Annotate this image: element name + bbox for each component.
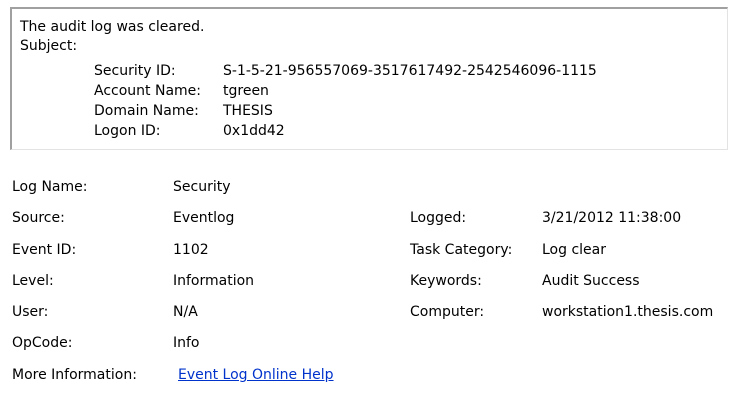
keywords-label: Keywords: <box>410 273 482 289</box>
opcode-label: OpCode: <box>12 335 73 351</box>
security-id-label: Security ID: <box>94 63 176 79</box>
more-information-label: More Information: <box>12 367 137 383</box>
description-message: The audit log was cleared. <box>20 19 205 35</box>
subject-label: Subject: <box>20 38 78 54</box>
user-value: N/A <box>173 304 198 320</box>
event-id-label: Event ID: <box>12 242 77 258</box>
task-category-label: Task Category: <box>410 242 513 258</box>
account-name-label: Account Name: <box>94 83 201 99</box>
logged-label: Logged: <box>410 210 467 226</box>
domain-name-label: Domain Name: <box>94 103 199 119</box>
task-category-value: Log clear <box>542 242 606 258</box>
source-label: Source: <box>12 210 65 226</box>
opcode-value: Info <box>173 335 200 351</box>
log-name-value: Security <box>173 179 231 195</box>
level-label: Level: <box>12 273 54 289</box>
account-name-value: tgreen <box>223 83 269 99</box>
logon-id-value: 0x1dd42 <box>223 123 285 139</box>
computer-label: Computer: <box>410 304 485 320</box>
logon-id-label: Logon ID: <box>94 123 161 139</box>
computer-value: workstation1.thesis.com <box>542 304 714 320</box>
security-id-value: S-1-5-21-956557069-3517617492-2542546096… <box>223 63 597 79</box>
event-id-value: 1102 <box>173 242 209 258</box>
user-label: User: <box>12 304 49 320</box>
logged-value: 3/21/2012 11:38:00 <box>542 210 682 226</box>
keywords-value: Audit Success <box>542 273 640 289</box>
event-log-online-help-link[interactable]: Event Log Online Help <box>178 366 334 384</box>
event-description-box[interactable]: The audit log was cleared. Subject: Secu… <box>10 7 728 150</box>
source-value: Eventlog <box>173 210 235 226</box>
log-name-label: Log Name: <box>12 179 88 195</box>
domain-name-value: THESIS <box>223 103 273 119</box>
level-value: Information <box>173 273 255 289</box>
